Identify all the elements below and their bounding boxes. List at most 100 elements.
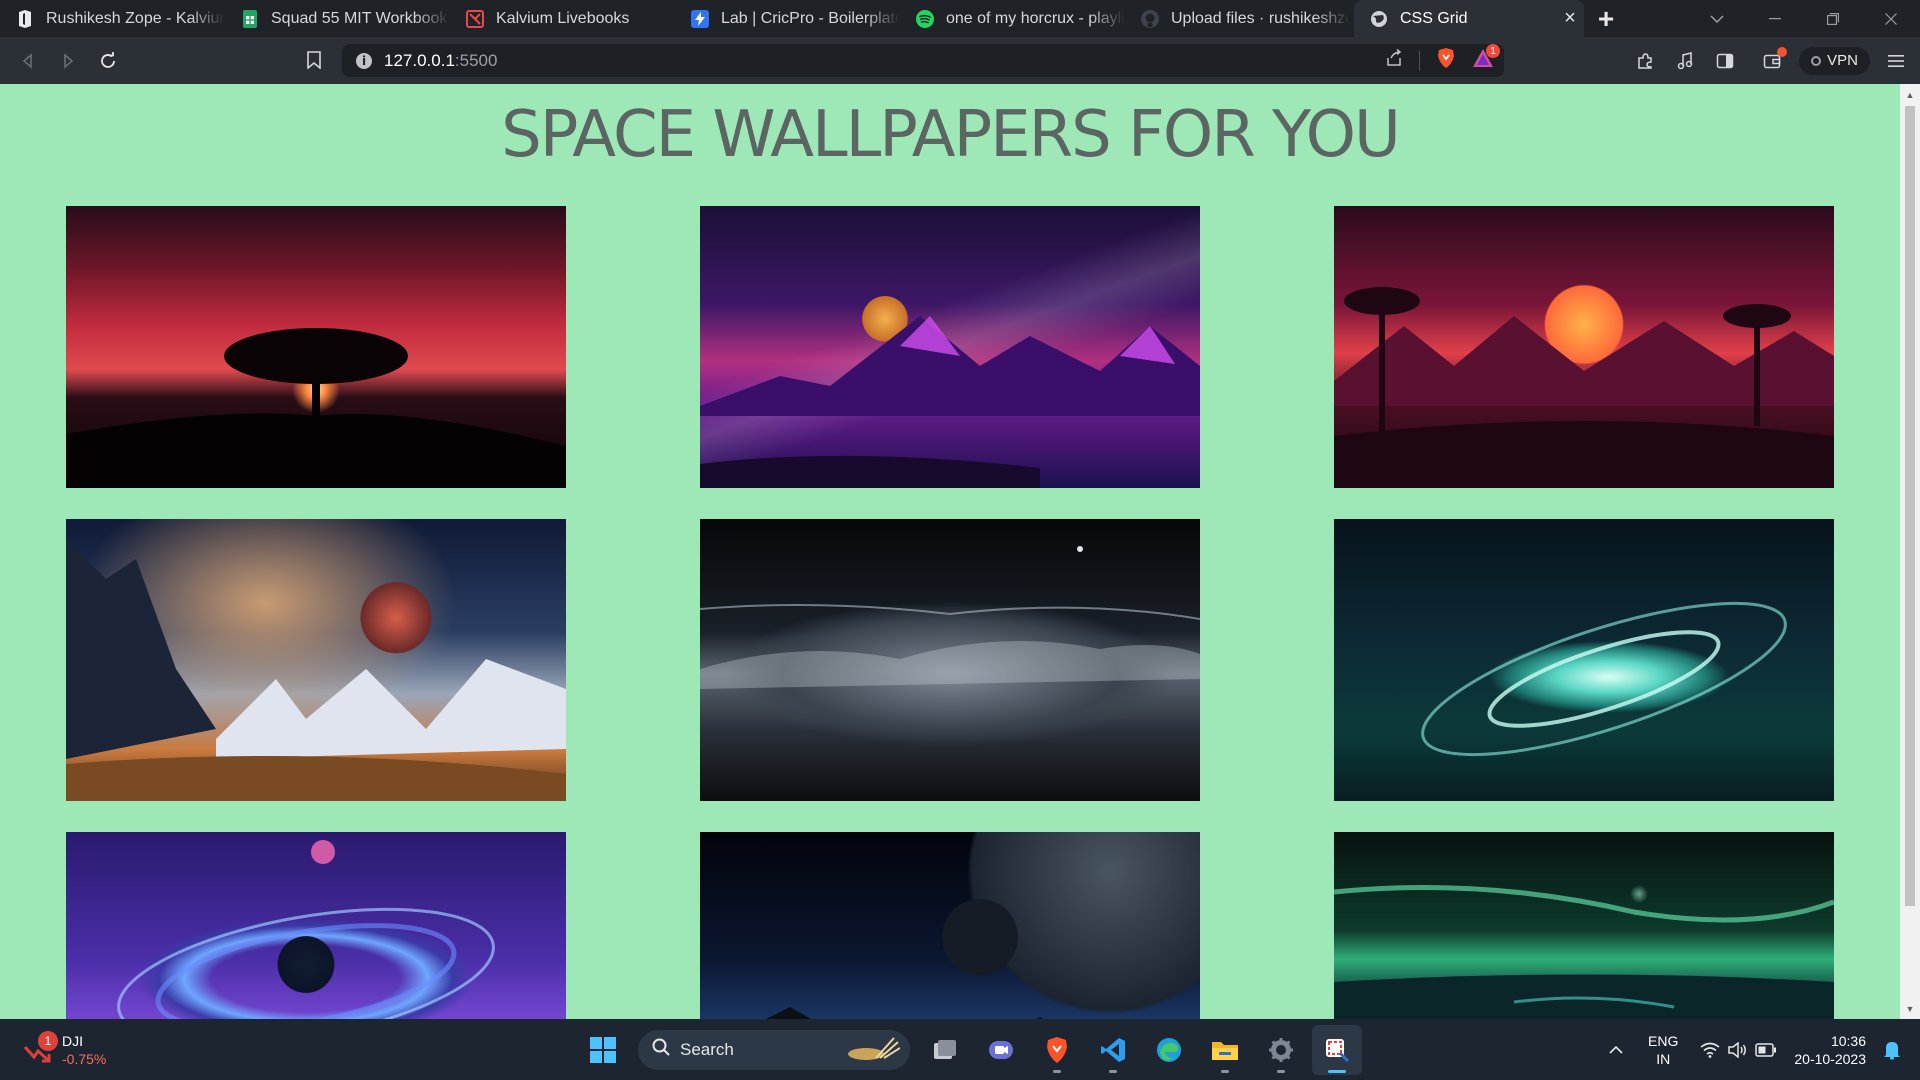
notification-bell-icon[interactable] — [1878, 1036, 1906, 1064]
scroll-up-icon[interactable]: ▲ — [1900, 86, 1920, 103]
tab-label: Rushikesh Zope - Kalvium C — [46, 9, 225, 27]
reload-button[interactable] — [88, 43, 128, 79]
kalvium-icon — [16, 9, 34, 28]
running-indicator — [1328, 1069, 1346, 1073]
restore-button[interactable] — [1804, 0, 1862, 37]
search-label: Search — [680, 1039, 734, 1059]
close-tab-button[interactable]: × — [1556, 7, 1584, 30]
vscode-icon[interactable] — [1088, 1025, 1138, 1075]
wallpaper-image — [700, 519, 1200, 801]
vertical-scrollbar[interactable]: ▲ ▼ — [1900, 84, 1920, 1019]
wallpaper-image — [66, 206, 566, 488]
tab-lab-cricpro[interactable]: Lab | CricPro - Boilerplate — [675, 0, 900, 37]
brave-browser-icon[interactable] — [1032, 1025, 1082, 1075]
wallpaper-image — [1334, 519, 1834, 801]
wallpaper-image — [1334, 832, 1834, 1019]
scroll-down-icon[interactable]: ▼ — [1900, 1000, 1920, 1017]
browser-toolbar: i 127.0.0.1:5500 1 VPN — [0, 37, 1920, 84]
battery-icon[interactable] — [1752, 1036, 1780, 1064]
tab-css-grid[interactable]: CSS Grid × — [1354, 0, 1584, 37]
tab-kalvium-profile[interactable]: Rushikesh Zope - Kalvium C — [0, 0, 225, 37]
github-icon — [1141, 9, 1159, 28]
stock-widget[interactable]: 1 DJI -0.75% — [22, 1019, 106, 1080]
tab-label: Kalvium Livebooks — [496, 9, 630, 27]
tab-spotify-playlist[interactable]: one of my horcrux - playlist — [900, 0, 1125, 37]
minimize-button[interactable] — [1746, 0, 1804, 37]
volume-icon[interactable] — [1724, 1036, 1752, 1064]
rewards-icon[interactable]: 1 — [1472, 44, 1500, 73]
sidebar-toggle-icon[interactable] — [1705, 43, 1745, 79]
file-explorer-icon[interactable] — [1200, 1025, 1250, 1075]
share-icon[interactable] — [1385, 48, 1403, 72]
site-info-icon[interactable]: i — [356, 52, 372, 69]
back-button[interactable] — [8, 43, 48, 79]
tab-label: Lab | CricPro - Boilerplate — [721, 9, 900, 27]
tab-github-upload[interactable]: Upload files · rushikeshzop — [1125, 0, 1350, 37]
page-viewport: SPACE WALLPAPERS FOR YOU ▲ ▼ — [0, 84, 1920, 1019]
menu-icon[interactable] — [1876, 43, 1916, 79]
taskbar-apps: Search — [578, 1019, 1362, 1080]
wallpaper-image — [1334, 206, 1834, 488]
running-indicator — [1053, 1069, 1061, 1073]
tab-label: Squad 55 MIT Workbook - G — [271, 9, 450, 27]
bookmark-button[interactable] — [294, 42, 334, 78]
clock-date: 20-10-2023 — [1794, 1050, 1866, 1067]
close-window-button[interactable] — [1862, 0, 1920, 37]
chevron-up-icon[interactable] — [1602, 1036, 1630, 1064]
brave-shields-icon[interactable] — [1436, 47, 1456, 74]
running-indicator — [1109, 1069, 1117, 1073]
lang-top: ENG — [1648, 1032, 1679, 1049]
teams-chat-icon[interactable] — [976, 1025, 1026, 1075]
clock[interactable]: 10:36 20-10-2023 — [1794, 1032, 1866, 1068]
tab-label: one of my horcrux - playlist — [946, 9, 1125, 27]
widget-title: DJI — [62, 1032, 83, 1049]
task-view-icon[interactable] — [920, 1025, 970, 1075]
spotify-icon — [916, 9, 934, 28]
tab-kalvium-livebooks[interactable]: Kalvium Livebooks — [450, 0, 675, 37]
snipping-tool-icon[interactable] — [1312, 1024, 1362, 1075]
divider — [1419, 50, 1420, 71]
widget-value: -0.75% — [62, 1050, 107, 1067]
search-highlight-icon — [846, 1036, 901, 1069]
taskbar-search-box[interactable]: Search — [638, 1029, 910, 1070]
tab-strip: Rushikesh Zope - Kalvium C Squad 55 MIT … — [0, 0, 1920, 37]
taskbar: 1 DJI -0.75% Search ENG IN 10:36 20-10-2… — [0, 1019, 1920, 1080]
tab-label: CSS Grid — [1400, 9, 1468, 27]
scrollbar-thumb[interactable] — [1905, 106, 1915, 906]
new-tab-button[interactable]: + — [1584, 0, 1628, 37]
clock-time: 10:36 — [1830, 1032, 1866, 1049]
vpn-label: VPN — [1827, 52, 1858, 69]
url-text: 127.0.0.1:5500 — [384, 51, 497, 71]
running-indicator — [1277, 1069, 1285, 1073]
address-bar[interactable]: i 127.0.0.1:5500 1 — [342, 44, 1504, 77]
forward-button[interactable] — [48, 43, 88, 79]
wallet-notification-dot — [1777, 46, 1788, 57]
wallet-icon[interactable] — [1753, 43, 1793, 79]
settings-gear-icon[interactable] — [1256, 1025, 1306, 1075]
livebooks-icon — [466, 9, 484, 28]
search-icon — [652, 1038, 670, 1061]
wallpaper-image — [66, 832, 566, 1019]
tab-search-chevron-icon[interactable] — [1688, 0, 1746, 37]
wallpaper-image — [700, 206, 1200, 488]
lang-bottom: IN — [1656, 1050, 1671, 1067]
edge-browser-icon[interactable] — [1144, 1025, 1194, 1075]
page-title: SPACE WALLPAPERS FOR YOU — [501, 98, 1401, 172]
widget-badge: 1 — [38, 1030, 58, 1051]
window-controls — [1688, 0, 1920, 37]
vpn-status-icon — [1811, 55, 1822, 66]
lab-icon — [691, 9, 709, 28]
wallpaper-image — [700, 832, 1200, 1019]
start-button[interactable] — [578, 1025, 628, 1075]
toolbar-actions: VPN — [1625, 37, 1920, 84]
vpn-button[interactable]: VPN — [1799, 46, 1870, 75]
media-icon[interactable] — [1665, 43, 1705, 79]
url-host: 127.0.0.1 — [384, 50, 455, 70]
extensions-icon[interactable] — [1625, 43, 1665, 79]
tab-squad-workbook[interactable]: Squad 55 MIT Workbook - G — [225, 0, 450, 37]
wifi-icon[interactable] — [1696, 1036, 1724, 1064]
sheets-icon — [241, 9, 259, 28]
language-indicator[interactable]: ENG IN — [1648, 1032, 1678, 1068]
wallpaper-grid — [66, 206, 1834, 1019]
alert-badge: 1 — [1486, 44, 1500, 58]
